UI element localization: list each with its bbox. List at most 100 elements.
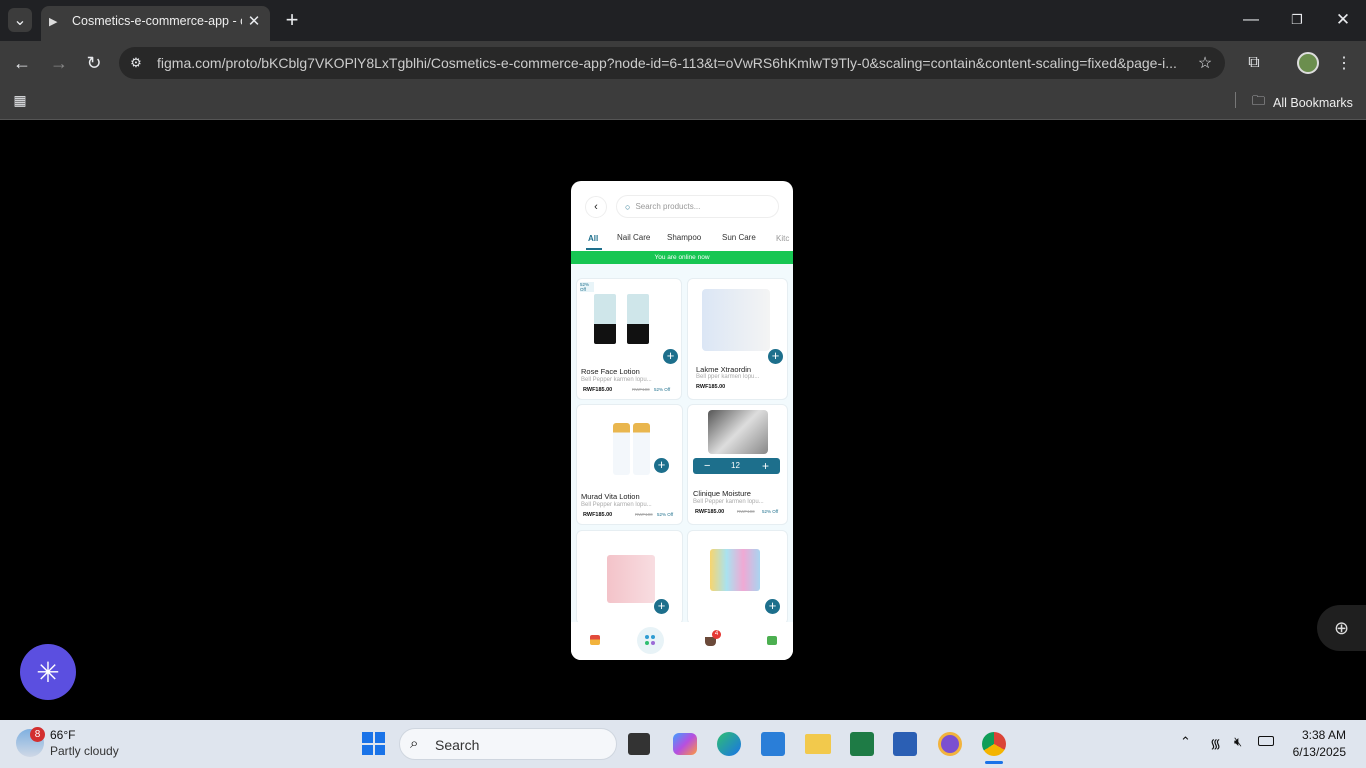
copilot-icon[interactable] bbox=[673, 733, 697, 755]
volume-muted-icon[interactable]: 🔇︎ bbox=[1234, 734, 1242, 750]
app-icon[interactable] bbox=[938, 732, 962, 756]
minimize-icon[interactable]: — bbox=[1240, 9, 1262, 31]
product-card[interactable]: + bbox=[687, 530, 788, 625]
product-price: RWF185.00 bbox=[583, 387, 613, 393]
chevron-up-icon[interactable]: ⌃ bbox=[1180, 734, 1191, 750]
reload-icon[interactable]: ↻ bbox=[82, 51, 106, 75]
vscode-icon[interactable] bbox=[761, 732, 785, 756]
apps-grid-icon[interactable]: ▦ bbox=[10, 90, 30, 110]
decrement-button[interactable]: − bbox=[704, 460, 710, 472]
add-to-cart-button[interactable]: + bbox=[654, 458, 669, 473]
all-bookmarks-button[interactable]: 🗀 All Bookmarks bbox=[1252, 92, 1353, 114]
discount-label: 52% Off bbox=[762, 509, 779, 514]
product-card[interactable]: + Murad Vita Lotion Bell Pepper karmen l… bbox=[576, 404, 683, 525]
product-name: Lakme Xtraordin bbox=[696, 365, 752, 374]
chrome-icon[interactable] bbox=[982, 732, 1006, 756]
product-image bbox=[627, 294, 649, 344]
product-description: Bell Pepper karmen lopu... bbox=[581, 502, 652, 508]
product-image bbox=[607, 555, 655, 603]
window-close-icon[interactable]: ✕ bbox=[1332, 9, 1354, 31]
product-image bbox=[633, 423, 650, 475]
forward-icon[interactable]: → bbox=[47, 51, 71, 75]
battery-icon[interactable] bbox=[1258, 736, 1274, 746]
product-card[interactable]: + Lakme Xtraordin Bell pper karmen lopu.… bbox=[687, 278, 788, 400]
cart-badge: 4 bbox=[712, 630, 721, 639]
product-card[interactable]: + bbox=[576, 530, 683, 625]
product-description: Bell pper karmen lopu... bbox=[696, 374, 760, 380]
edge-icon[interactable] bbox=[717, 732, 741, 756]
product-card[interactable]: − 12 + Clinique Moisture Bell Pepper kar… bbox=[687, 404, 788, 525]
wifi-icon[interactable]: ᯾ bbox=[1210, 734, 1221, 752]
word-icon[interactable] bbox=[893, 732, 917, 756]
product-description: Bell Pepper karmen lopu... bbox=[693, 499, 764, 505]
product-price: RWF185.00 bbox=[583, 512, 613, 518]
product-description: Bell Pepper karmen lopu... bbox=[581, 377, 652, 383]
extensions-icon[interactable]: ⧉ bbox=[1242, 51, 1266, 75]
product-name: Clinique Moisture bbox=[693, 489, 751, 498]
tab-search-icon[interactable]: ⌄ bbox=[8, 8, 32, 32]
taskbar-search-label: Search bbox=[435, 737, 480, 753]
menu-icon[interactable]: ⋮ bbox=[1332, 51, 1356, 75]
profile-avatar[interactable] bbox=[1297, 52, 1319, 74]
search-placeholder: Search products... bbox=[635, 202, 701, 211]
category-tab-all[interactable]: All bbox=[588, 234, 598, 243]
product-name: Rose Face Lotion bbox=[581, 367, 640, 376]
product-image bbox=[710, 549, 760, 591]
category-tab-shampoo[interactable]: Shampoo bbox=[667, 233, 701, 242]
start-button[interactable] bbox=[362, 732, 385, 755]
discount-badge: 52% Off bbox=[580, 282, 594, 292]
add-to-cart-button[interactable]: + bbox=[765, 599, 780, 614]
quantity-stepper[interactable]: − 12 + bbox=[693, 458, 780, 474]
old-price: RWF100 bbox=[632, 387, 650, 392]
assistant-widget-icon[interactable]: ✳ bbox=[20, 644, 76, 700]
weather-badge: 8 bbox=[30, 727, 45, 742]
bookmarks-bar bbox=[0, 85, 1366, 120]
add-to-cart-button[interactable]: + bbox=[663, 349, 678, 364]
url-text: figma.com/proto/bKCblg7VKOPlY8LxTgblhi/C… bbox=[157, 55, 1177, 71]
product-price: RWF185.00 bbox=[696, 384, 726, 390]
task-view-icon[interactable] bbox=[628, 733, 650, 755]
all-bookmarks-label: All Bookmarks bbox=[1273, 96, 1353, 110]
wallet-icon[interactable] bbox=[767, 636, 777, 645]
tab-close-icon[interactable]: ✕ bbox=[245, 12, 263, 30]
product-image bbox=[594, 294, 616, 344]
site-info-icon[interactable]: ⚙ bbox=[127, 54, 145, 72]
category-tab-nail-care[interactable]: Nail Care bbox=[617, 233, 650, 242]
category-tab-kitchen[interactable]: Kitc bbox=[776, 234, 789, 243]
address-bar[interactable]: ⚙ figma.com/proto/bKCblg7VKOPlY8LxTgblhi… bbox=[119, 47, 1225, 79]
bookmarks-divider bbox=[1235, 92, 1236, 108]
inspect-zoom-icon[interactable]: ⊕ bbox=[1317, 605, 1366, 651]
home-icon[interactable] bbox=[590, 635, 600, 645]
bookmark-star-icon[interactable]: ☆ bbox=[1195, 53, 1215, 73]
discount-label: 52% Off bbox=[654, 387, 671, 392]
product-price: RWF185.00 bbox=[695, 509, 725, 515]
back-button[interactable]: ‹ bbox=[585, 196, 607, 218]
chevron-left-icon: ‹ bbox=[594, 201, 598, 213]
taskbar-search[interactable]: ⌕ Search bbox=[399, 728, 617, 760]
clock-time[interactable]: 3:38 AM bbox=[1300, 728, 1346, 742]
search-icon: ○ bbox=[625, 201, 631, 212]
add-to-cart-button[interactable]: + bbox=[654, 599, 669, 614]
online-banner: You are online now bbox=[571, 251, 793, 264]
browser-tab[interactable]: ▶ Cosmetics-e-commerce-app - c ✕ bbox=[41, 6, 270, 41]
back-icon[interactable]: ← bbox=[10, 51, 34, 75]
discount-label: 52% Off bbox=[657, 512, 674, 517]
search-icon: ⌕ bbox=[410, 735, 419, 752]
clock-date[interactable]: 6/13/2025 bbox=[1286, 745, 1346, 759]
product-card[interactable]: 52% Off + Rose Face Lotion Bell Pepper k… bbox=[576, 278, 682, 400]
product-image bbox=[613, 423, 630, 475]
active-tab-indicator bbox=[586, 248, 602, 250]
search-input[interactable]: ○ Search products... bbox=[616, 195, 779, 218]
categories-tab[interactable] bbox=[637, 627, 664, 654]
file-explorer-icon[interactable] bbox=[805, 734, 831, 754]
restore-icon[interactable]: ❐ bbox=[1286, 9, 1308, 31]
increment-button[interactable]: + bbox=[762, 459, 769, 473]
tab-favicon-icon: ▶ bbox=[49, 16, 58, 28]
category-tab-sun-care[interactable]: Sun Care bbox=[722, 233, 756, 242]
old-price: RWF100 bbox=[635, 512, 653, 517]
new-tab-icon[interactable]: + bbox=[281, 7, 303, 32]
add-to-cart-button[interactable]: + bbox=[768, 349, 783, 364]
bottom-nav: 4 bbox=[571, 622, 793, 660]
old-price: RWF100 bbox=[737, 509, 755, 514]
excel-icon[interactable] bbox=[850, 732, 874, 756]
